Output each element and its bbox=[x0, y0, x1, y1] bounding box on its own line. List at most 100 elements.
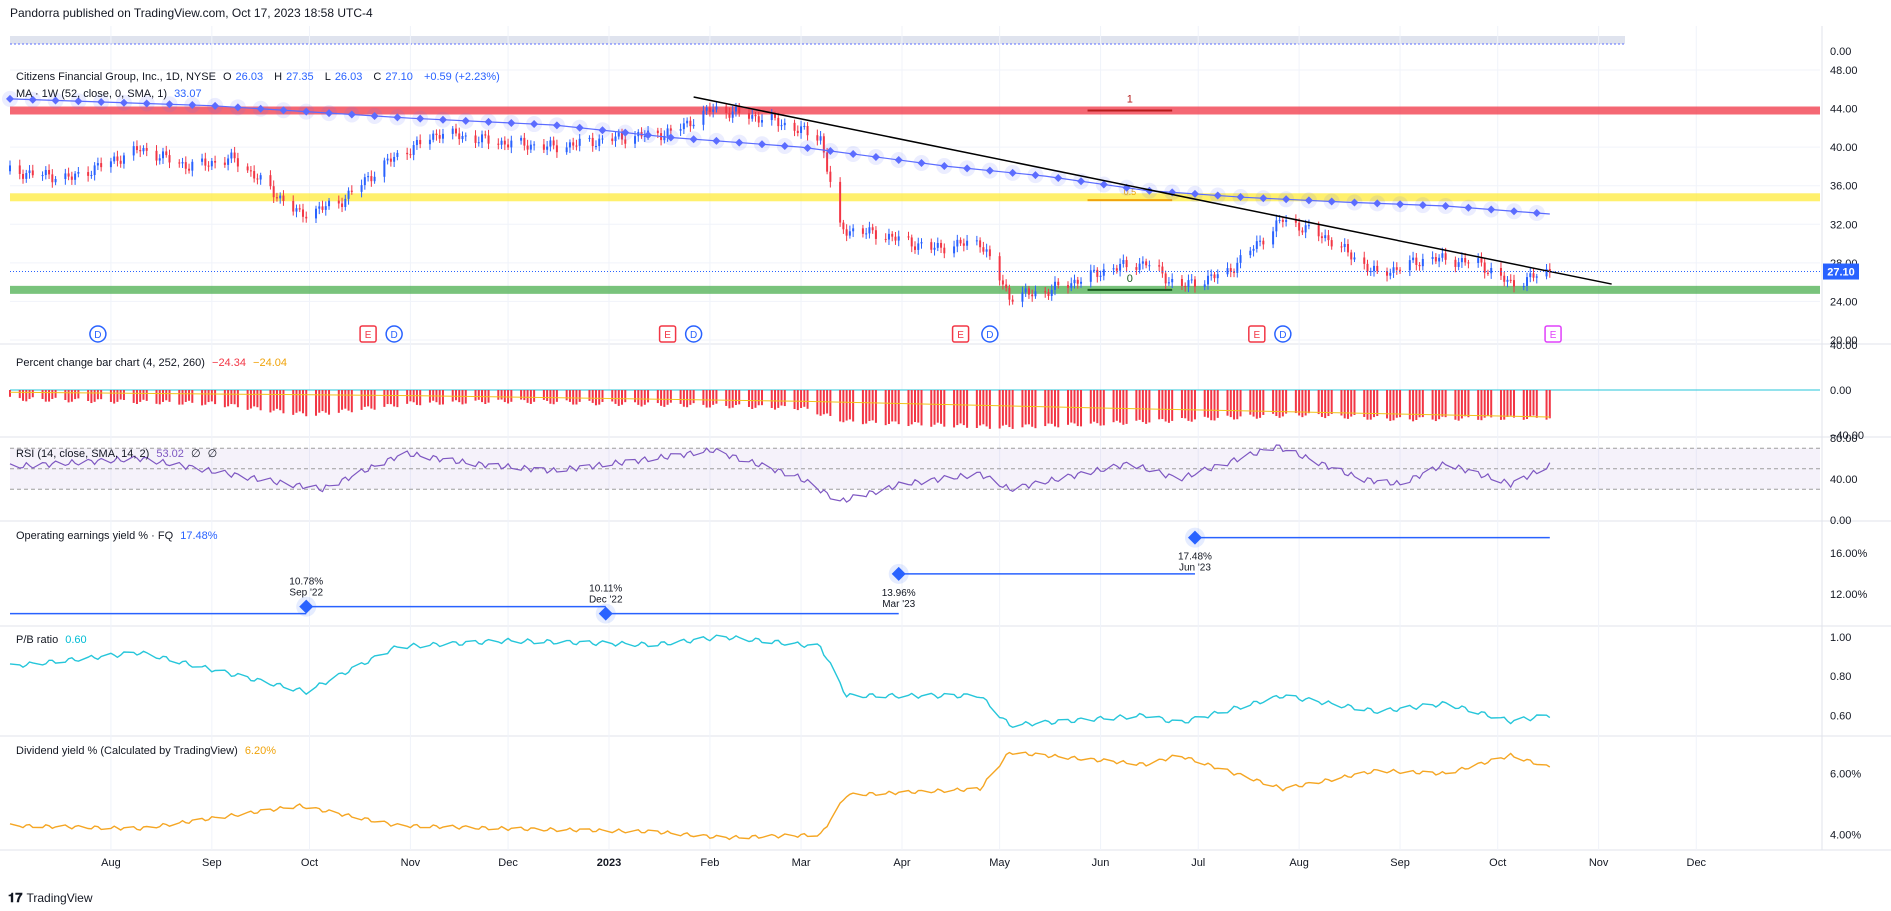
pct-bar bbox=[1112, 390, 1115, 423]
pct-bar bbox=[839, 390, 842, 422]
pct-bar bbox=[1190, 390, 1193, 422]
price-axis-tick-label: 48.00 bbox=[1830, 65, 1858, 77]
pct-bar bbox=[1346, 390, 1349, 419]
price-candle bbox=[1389, 272, 1392, 276]
pct-bar bbox=[1119, 390, 1122, 423]
pb-axis-tick-label: 0.80 bbox=[1830, 671, 1851, 683]
pct-bar bbox=[800, 390, 803, 408]
price-candle bbox=[1125, 260, 1128, 268]
price-candle bbox=[686, 120, 689, 124]
price-candle bbox=[347, 190, 350, 199]
pct-bar bbox=[207, 390, 210, 403]
pct-bar bbox=[1412, 390, 1415, 422]
pct-bar bbox=[230, 390, 233, 405]
price-candle bbox=[1239, 255, 1242, 263]
pct-bar bbox=[712, 390, 715, 405]
pct-bar bbox=[503, 390, 506, 403]
price-candle bbox=[1275, 220, 1278, 232]
pct-bar bbox=[1080, 390, 1083, 427]
price-candle bbox=[93, 165, 96, 176]
event-marker-label: D bbox=[690, 330, 697, 341]
pct-bar bbox=[67, 390, 70, 403]
price-candle bbox=[96, 163, 99, 166]
price-candle bbox=[119, 160, 122, 164]
price-candle bbox=[1298, 222, 1301, 231]
pct-bar bbox=[760, 390, 763, 406]
price-axis-tick-label: 36.00 bbox=[1830, 181, 1858, 193]
price-candle bbox=[1285, 220, 1288, 222]
price-candle bbox=[1503, 275, 1506, 282]
price-candle bbox=[975, 240, 978, 242]
price-candle bbox=[77, 172, 80, 174]
price-candle bbox=[360, 185, 363, 192]
price-candle bbox=[800, 126, 803, 134]
price-candle bbox=[122, 155, 125, 164]
rsi-band-1: ∅ bbox=[190, 448, 201, 460]
pct-bar bbox=[145, 390, 148, 401]
price-candle bbox=[874, 230, 877, 239]
pct-bar bbox=[1548, 390, 1551, 419]
pct-bar bbox=[575, 390, 578, 405]
x-axis-tick-label: Aug bbox=[101, 857, 121, 869]
price-candle bbox=[1486, 272, 1489, 274]
pct-bar bbox=[656, 390, 659, 404]
price-candle bbox=[162, 151, 165, 159]
pct-bar bbox=[1236, 390, 1239, 420]
pct-bar bbox=[419, 390, 422, 406]
pct-bar bbox=[943, 390, 946, 427]
price-candle bbox=[770, 114, 773, 121]
pct-bar bbox=[9, 390, 11, 397]
pct-bar bbox=[54, 390, 57, 398]
pct-bar bbox=[1532, 390, 1535, 416]
price-candle bbox=[1073, 279, 1076, 284]
price-candle bbox=[458, 133, 461, 140]
price-candle bbox=[113, 156, 116, 162]
price-candle bbox=[1490, 267, 1493, 274]
event-marker-label: D bbox=[391, 330, 398, 341]
pct-bar bbox=[236, 390, 239, 408]
price-candle bbox=[979, 240, 982, 248]
price-candle bbox=[549, 140, 552, 147]
x-axis-tick-label: Nov bbox=[1589, 857, 1609, 869]
price-candle bbox=[940, 242, 943, 248]
price-candle bbox=[393, 156, 396, 162]
fib-label-1: 1 bbox=[1127, 94, 1133, 106]
pct-bar bbox=[474, 390, 477, 401]
price-candle bbox=[70, 176, 73, 180]
price-candle bbox=[734, 106, 737, 112]
price-candle bbox=[1093, 269, 1096, 271]
price-candle bbox=[1203, 284, 1206, 287]
pct-bar bbox=[588, 390, 591, 401]
pct-bar bbox=[940, 390, 943, 424]
pct-bar bbox=[1213, 390, 1216, 421]
price-candle bbox=[204, 158, 207, 166]
pct-bar bbox=[1324, 390, 1327, 419]
price-candle bbox=[269, 175, 272, 187]
pct-bar bbox=[715, 390, 718, 404]
price-candle bbox=[145, 148, 148, 151]
price-candle bbox=[1096, 269, 1099, 277]
pct-bar bbox=[51, 390, 54, 399]
price-candle bbox=[1027, 288, 1030, 295]
price-candle bbox=[227, 158, 230, 165]
price-candle bbox=[894, 236, 897, 241]
price-candle bbox=[598, 138, 601, 147]
price-candle bbox=[757, 116, 760, 123]
pct-bar bbox=[1203, 390, 1206, 417]
pct-bar bbox=[454, 390, 457, 401]
oey-value: 17.48% bbox=[180, 530, 218, 542]
price-candle bbox=[396, 152, 399, 157]
price-candle bbox=[1412, 257, 1415, 261]
pct-bar bbox=[1490, 390, 1493, 418]
price-candle bbox=[477, 142, 480, 144]
pct-bar bbox=[848, 390, 851, 420]
price-candle bbox=[324, 206, 327, 210]
pct-bar bbox=[962, 390, 965, 426]
price-candle bbox=[155, 150, 158, 161]
price-candle bbox=[25, 173, 28, 179]
chart-area[interactable]: 0.00 Aug Sep Oct Nov Dec 2023 Feb Mar Apr May Jun Ju… bbox=[0, 0, 1891, 885]
x-axis-tick-label: Dec bbox=[1687, 857, 1707, 869]
price-candle bbox=[1044, 291, 1047, 293]
pct-bar bbox=[305, 390, 308, 417]
price-candle bbox=[451, 128, 454, 134]
